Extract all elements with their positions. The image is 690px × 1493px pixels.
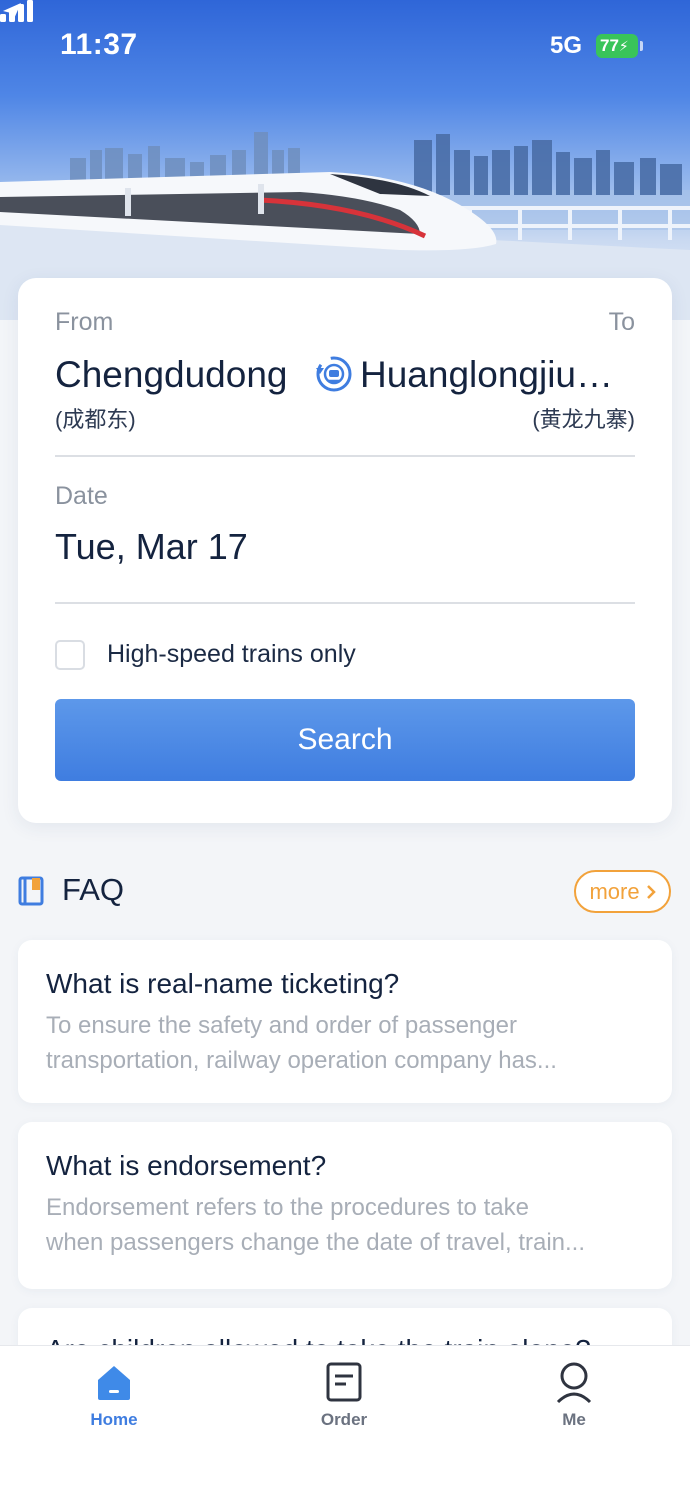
book-icon: [18, 876, 44, 906]
to-label: To: [608, 308, 635, 336]
faq-answer-line2: transportation, railway operation compan…: [46, 1047, 557, 1074]
date-value[interactable]: Tue, Mar 17: [55, 526, 248, 568]
search-card: From To Chengdudong Huanglongjiuzhaigou …: [18, 278, 672, 823]
hero-banner: 11:37 5G 77 ⚡: [0, 0, 690, 320]
from-station-cn: (成都东): [55, 407, 136, 432]
battery-level: 77: [600, 36, 619, 55]
faq-item[interactable]: What is real-name ticketing? To ensure t…: [18, 940, 672, 1103]
tab-me[interactable]: Me: [504, 1346, 644, 1446]
faq-question: What is endorsement?: [46, 1150, 327, 1181]
divider: [55, 602, 635, 604]
battery-icon: 77 ⚡: [596, 34, 638, 58]
faq-title: FAQ: [62, 872, 125, 907]
tab-me-label: Me: [562, 1410, 586, 1429]
battery-tip: [640, 41, 643, 51]
cellular-signal-icon: [0, 0, 33, 22]
status-time: 11:37: [60, 28, 138, 61]
faq-answer: To ensure the safety and order of passen…: [46, 1008, 644, 1078]
faq-answer-line1: Endorsement refers to the procedures to …: [46, 1194, 529, 1221]
faq-question: What is real-name ticketing?: [46, 968, 400, 999]
from-label: From: [55, 308, 114, 336]
profile-icon: [556, 1362, 592, 1404]
swap-stations-icon[interactable]: [314, 354, 354, 394]
search-button[interactable]: Search: [55, 699, 635, 781]
status-bar: 11:37 5G 77 ⚡: [0, 0, 690, 92]
tab-home-label: Home: [90, 1410, 138, 1429]
faq-answer-line1: To ensure the safety and order of passen…: [46, 1012, 517, 1039]
faq-item[interactable]: What is endorsement? Endorsement refers …: [18, 1122, 672, 1289]
chevron-right-icon: [646, 884, 656, 899]
tab-order[interactable]: Order: [274, 1346, 414, 1446]
more-button[interactable]: more: [574, 870, 671, 913]
date-label: Date: [55, 482, 108, 510]
order-icon: [326, 1362, 362, 1402]
faq-answer: Endorsement refers to the procedures to …: [46, 1190, 644, 1260]
divider: [55, 455, 635, 457]
tab-order-label: Order: [320, 1410, 368, 1429]
to-station-cn: (黄龙九寨): [532, 407, 635, 432]
network-type: 5G: [550, 32, 583, 59]
tab-bar: Home Order Me: [0, 1345, 690, 1493]
tab-home[interactable]: Home: [44, 1346, 184, 1446]
more-label: more: [589, 878, 640, 904]
high-speed-label[interactable]: High-speed trains only: [107, 640, 356, 669]
high-speed-checkbox[interactable]: [55, 640, 85, 670]
from-station[interactable]: Chengdudong: [55, 354, 288, 396]
to-station[interactable]: Huanglongjiuzhaigou: [360, 354, 630, 396]
faq-answer-line2: when passengers change the date of trave…: [46, 1229, 586, 1256]
home-icon: [98, 1366, 130, 1400]
